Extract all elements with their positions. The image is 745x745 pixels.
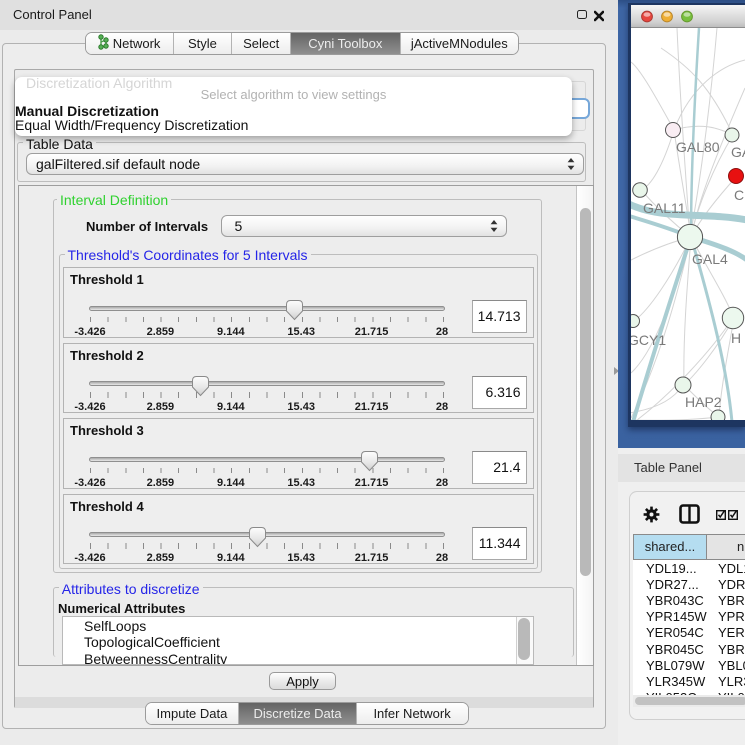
svg-text:HAP2: HAP2 [685,394,722,410]
svg-text:GAL4: GAL4 [692,251,728,267]
svg-text:C: C [734,187,744,203]
svg-text:GA: GA [731,144,745,160]
svg-text:GAL11: GAL11 [643,200,686,216]
svg-text:H: H [731,330,741,346]
svg-text:GCY1: GCY1 [631,332,666,348]
svg-text:GAL80: GAL80 [676,139,720,155]
